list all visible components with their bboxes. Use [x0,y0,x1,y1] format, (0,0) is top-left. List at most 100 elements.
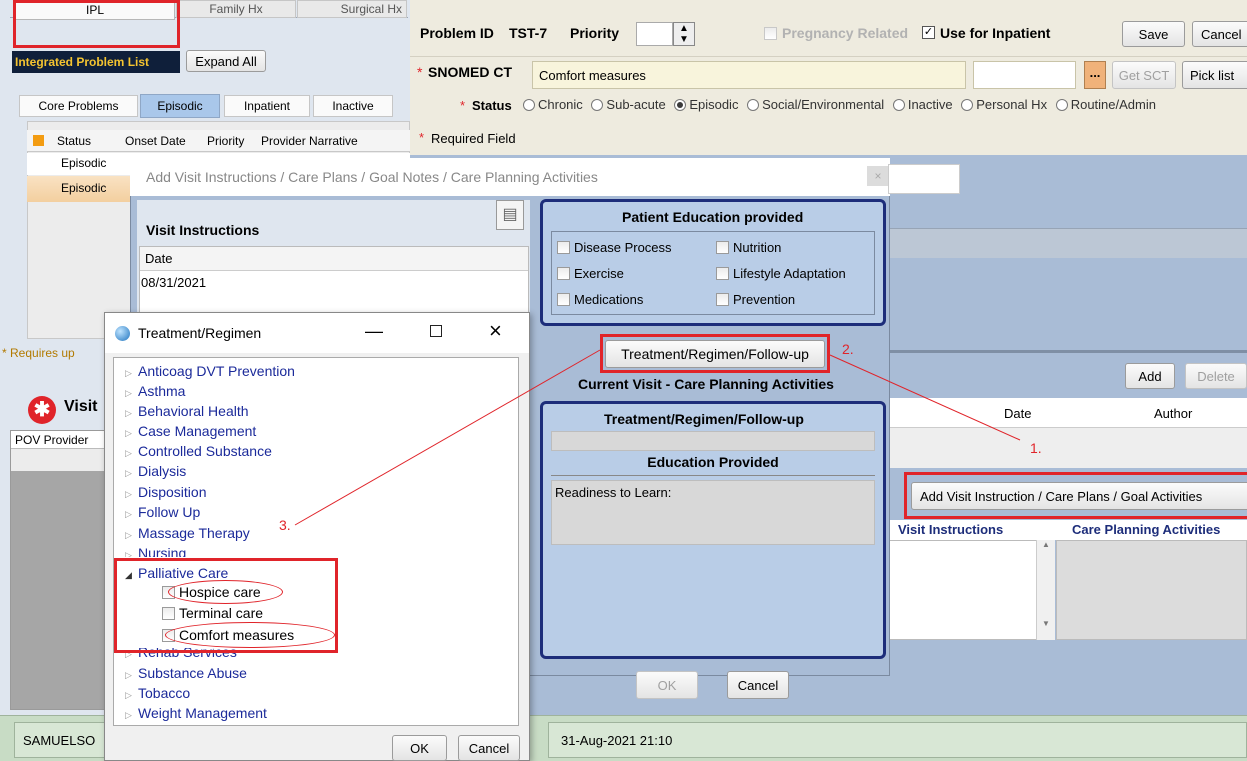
ed-disease-process[interactable]: Disease Process [557,240,672,255]
expand-icon[interactable]: ▷ [125,690,133,701]
ed-exercise[interactable]: Exercise [557,266,624,281]
snomed-input[interactable]: Comfort measures [532,61,966,89]
expand-icon[interactable]: ▷ [125,530,133,541]
tab-surgical-hx[interactable]: Surgical Hx [297,0,407,18]
expand-icon[interactable]: ▷ [125,550,133,557]
col-visit-instructions[interactable]: Visit Instructions [898,522,1003,537]
checkbox[interactable] [162,629,175,642]
tree-item-case-mgmt[interactable]: ▷ Case Management [125,423,256,439]
dialog-cancel-button[interactable]: Cancel [727,671,789,699]
expand-icon[interactable]: ▷ [125,509,133,520]
checkbox[interactable] [716,267,729,280]
col-author[interactable]: Author [1154,406,1192,421]
tree-item-nursing[interactable]: ▷ Nursing [125,545,186,557]
treatment-regimen-button[interactable]: Treatment/Regimen/Follow-up [605,340,825,368]
ipl-tab-inactive[interactable]: Inactive [313,95,393,117]
notes-icon[interactable]: ▤ [496,200,524,230]
tree-item-behavioral[interactable]: ▷ Behavioral Health [125,403,249,419]
tree-item-hospice[interactable]: Hospice care [162,584,261,600]
tree-item-dialysis[interactable]: ▷ Dialysis [125,463,186,479]
expand-icon[interactable]: ▷ [125,428,133,439]
dialog-ok-button[interactable]: OK [636,671,698,699]
expand-icon[interactable]: ▷ [125,650,133,659]
radio-subacute[interactable] [591,99,604,111]
checkbox[interactable] [716,241,729,254]
close-icon[interactable]: × [489,318,502,344]
ipl-tab-inpatient[interactable]: Inpatient [224,95,310,117]
expand-icon[interactable]: ▷ [125,448,133,459]
dialog-close-icon[interactable]: × [867,166,889,186]
expand-all-button[interactable]: Expand All [186,50,266,72]
maximize-icon[interactable] [430,325,442,337]
ellipsis-button[interactable]: ... [1084,61,1106,89]
radio-social[interactable] [747,99,760,111]
date-header[interactable]: Date [140,247,528,271]
list-item[interactable]: 08/31/2021 [140,271,528,294]
radio-chronic[interactable] [523,99,535,111]
snomed-code-input[interactable] [973,61,1076,89]
expand-icon[interactable]: ▷ [125,388,133,399]
expand-icon[interactable]: ▷ [125,368,133,379]
tree-item-massage[interactable]: ▷ Massage Therapy [125,525,250,541]
pick-list-button[interactable]: Pick list [1182,61,1247,89]
expand-icon[interactable]: ▷ [125,468,133,479]
expand-icon[interactable]: ▷ [125,408,133,419]
expand-icon[interactable]: ▷ [125,489,133,500]
add-visit-instruction-button[interactable]: Add Visit Instruction / Care Plans / Goa… [911,482,1247,510]
ed-prevention[interactable]: Prevention [716,292,795,307]
tab-family-hx[interactable]: Family Hx [176,0,296,18]
checkbox[interactable] [716,293,729,306]
checkbox[interactable] [162,607,175,620]
tree-item-controlled[interactable]: ▷ Controlled Substance [125,443,272,459]
priority-input[interactable] [636,22,673,46]
scrollbar[interactable]: ▲ ▼ [1036,540,1055,640]
checkbox[interactable] [557,267,570,280]
ed-medications[interactable]: Medications [557,292,643,307]
checkbox[interactable] [557,293,570,306]
tree-item-anticoag[interactable]: ▷ Anticoag DVT Prevention [125,363,295,379]
col-care-planning[interactable]: Care Planning Activities [1072,522,1220,537]
radio-episodic[interactable] [674,99,687,111]
cancel-button[interactable]: Cancel [1192,21,1247,47]
col-status[interactable]: Status [57,134,91,148]
delete-button[interactable]: Delete [1185,363,1247,389]
status-opt-social: Social/Environmental [762,97,885,112]
inpatient-checkbox[interactable]: ✓ [922,26,935,39]
tree-item-disposition[interactable]: ▷ Disposition [125,484,206,500]
collapse-icon[interactable]: ◢ [125,570,133,581]
ipl-tab-core[interactable]: Core Problems [19,95,138,117]
tree-item-comfort[interactable]: Comfort measures [162,627,294,643]
tree-item-follow-up[interactable]: ▷ Follow Up [125,504,200,520]
expand-icon[interactable]: ▷ [125,670,133,681]
radio-routine[interactable] [1055,99,1068,111]
treatment-cancel-button[interactable]: Cancel [458,735,520,761]
radio-personal-hx[interactable] [961,99,974,111]
readiness-label: Readiness to Learn: [555,485,672,500]
tree-item-palliative[interactable]: ◢ Palliative Care [125,565,228,581]
expand-icon[interactable]: ▷ [125,710,133,721]
get-sct-button[interactable]: Get SCT [1112,61,1176,89]
col-onset[interactable]: Onset Date [125,134,186,148]
tree-item-tobacco[interactable]: ▷ Tobacco [125,685,190,701]
ed-lifestyle[interactable]: Lifestyle Adaptation [716,266,846,281]
checkbox[interactable] [557,241,570,254]
minimize-icon[interactable]: — [365,321,383,342]
col-date[interactable]: Date [1004,406,1031,421]
radio-inactive[interactable] [892,99,905,111]
treatment-ok-button[interactable]: OK [392,735,447,761]
tab-ipl[interactable]: IPL [15,0,175,20]
add-button[interactable]: Add [1125,363,1175,389]
pregnancy-checkbox[interactable] [764,27,777,40]
col-priority[interactable]: Priority [207,134,244,148]
priority-stepper[interactable]: ▲ ▼ [673,22,695,46]
ed-nutrition[interactable]: Nutrition [716,240,781,255]
tree-item-asthma[interactable]: ▷ Asthma [125,383,185,399]
tree-item-substance[interactable]: ▷ Substance Abuse [125,665,247,681]
ipl-tab-episodic[interactable]: Episodic [140,94,220,118]
tree-item-rehab[interactable]: ▷ Rehab Services [125,648,237,660]
checkbox[interactable] [162,586,175,599]
tree-item-terminal[interactable]: Terminal care [162,605,263,621]
save-button[interactable]: Save [1122,21,1185,47]
col-narrative[interactable]: Provider Narrative [261,134,358,148]
tree-item-weight[interactable]: ▷ Weight Management [125,705,267,721]
